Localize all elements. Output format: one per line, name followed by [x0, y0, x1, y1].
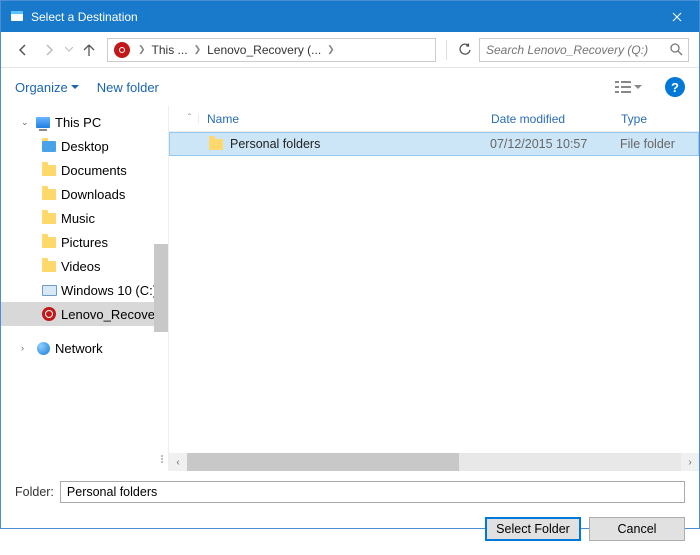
footer: Folder: Select Folder Cancel	[1, 471, 699, 555]
tree-label: Desktop	[61, 139, 109, 154]
address-bar[interactable]: ❯ This ... ❯ Lenovo_Recovery (... ❯	[107, 38, 436, 62]
folder-icon	[42, 237, 56, 248]
tree-music[interactable]: Music	[1, 206, 168, 230]
column-headers: ˆ Name Date modified Type	[169, 106, 699, 132]
file-name: Personal folders	[230, 137, 490, 151]
tree-desktop[interactable]: Desktop	[1, 134, 168, 158]
app-icon	[9, 9, 25, 25]
breadcrumb-segment[interactable]: Lenovo_Recovery (...	[203, 39, 325, 61]
sidebar-scrollbar[interactable]	[154, 244, 168, 332]
chevron-right-icon: ❯	[136, 44, 148, 55]
column-type[interactable]: Type	[621, 112, 699, 126]
tree-recovery-drive[interactable]: Lenovo_Recovery	[1, 302, 168, 326]
sort-indicator-icon[interactable]: ˆ	[181, 113, 199, 124]
body: ⌄ This PC Desktop Documents Downloads Mus…	[1, 106, 699, 471]
search-input[interactable]	[480, 43, 664, 57]
up-button[interactable]	[77, 38, 101, 62]
toolbar: Organize New folder ?	[1, 68, 699, 106]
history-dropdown[interactable]	[63, 38, 75, 62]
search-icon[interactable]	[664, 38, 688, 62]
organize-button[interactable]: Organize	[15, 80, 79, 95]
folder-label: Folder:	[15, 485, 54, 499]
view-options-button[interactable]	[610, 76, 647, 98]
folder-input[interactable]	[60, 481, 685, 503]
drive-icon	[42, 285, 57, 296]
scroll-thumb[interactable]	[187, 453, 459, 471]
scroll-left-icon[interactable]: ‹	[169, 453, 187, 471]
back-button[interactable]	[11, 38, 35, 62]
tree-label: Music	[61, 211, 95, 226]
separator	[446, 40, 447, 60]
folder-icon	[42, 261, 56, 272]
select-folder-button[interactable]: Select Folder	[485, 517, 581, 541]
folder-icon	[42, 213, 56, 224]
chevron-right-icon: ›	[21, 343, 31, 353]
recovery-icon	[42, 307, 56, 321]
tree-label: Windows 10 (C:)	[61, 283, 157, 298]
file-row[interactable]: Personal folders 07/12/2015 10:57 File f…	[169, 132, 699, 156]
sidebar: ⌄ This PC Desktop Documents Downloads Mus…	[1, 106, 169, 471]
tree-downloads[interactable]: Downloads	[1, 182, 168, 206]
tree-this-pc[interactable]: ⌄ This PC	[1, 110, 168, 134]
button-row: Select Folder Cancel	[15, 517, 685, 541]
folder-icon	[42, 141, 56, 152]
pc-icon	[36, 117, 50, 128]
column-name[interactable]: Name	[207, 112, 491, 126]
refresh-button[interactable]	[453, 38, 477, 62]
cancel-button[interactable]: Cancel	[589, 517, 685, 541]
window-title: Select a Destination	[31, 10, 654, 24]
drive-recovery-icon	[114, 42, 130, 58]
tree-win10-drive[interactable]: Windows 10 (C:)	[1, 278, 168, 302]
folder-row: Folder:	[15, 481, 685, 503]
tree-label: This PC	[55, 115, 101, 130]
new-folder-button[interactable]: New folder	[97, 80, 159, 95]
forward-button[interactable]	[37, 38, 61, 62]
search-box[interactable]	[479, 38, 689, 62]
folder-icon	[42, 189, 56, 200]
tree-pictures[interactable]: Pictures	[1, 230, 168, 254]
close-button[interactable]	[654, 1, 699, 32]
scroll-right-icon[interactable]: ›	[681, 453, 699, 471]
tree-documents[interactable]: Documents	[1, 158, 168, 182]
folder-icon	[42, 165, 56, 176]
titlebar: Select a Destination	[1, 1, 699, 32]
tree-network[interactable]: › Network	[1, 336, 168, 360]
rows-container: Personal folders 07/12/2015 10:57 File f…	[169, 132, 699, 453]
splitter-grip[interactable]	[155, 446, 169, 471]
nav-row: ❯ This ... ❯ Lenovo_Recovery (... ❯	[1, 32, 699, 68]
horizontal-scrollbar[interactable]: ‹ ›	[169, 453, 699, 471]
help-button[interactable]: ?	[665, 77, 685, 97]
chevron-right-icon: ❯	[192, 44, 204, 55]
tree-videos[interactable]: Videos	[1, 254, 168, 278]
file-date: 07/12/2015 10:57	[490, 137, 620, 151]
column-date[interactable]: Date modified	[491, 112, 621, 126]
network-icon	[37, 342, 50, 355]
tree-label: Videos	[61, 259, 101, 274]
folder-icon	[209, 139, 223, 150]
scroll-track[interactable]	[187, 453, 681, 471]
tree-label: Lenovo_Recovery	[61, 307, 166, 322]
breadcrumb-segment[interactable]: This ...	[148, 39, 192, 61]
file-list: ˆ Name Date modified Type Personal folde…	[169, 106, 699, 471]
tree-label: Network	[55, 341, 103, 356]
chevron-right-icon: ❯	[325, 44, 337, 55]
tree-label: Downloads	[61, 187, 125, 202]
file-type: File folder	[620, 137, 698, 151]
chevron-down-icon: ⌄	[21, 117, 31, 128]
tree-label: Pictures	[61, 235, 108, 250]
tree-label: Documents	[61, 163, 127, 178]
